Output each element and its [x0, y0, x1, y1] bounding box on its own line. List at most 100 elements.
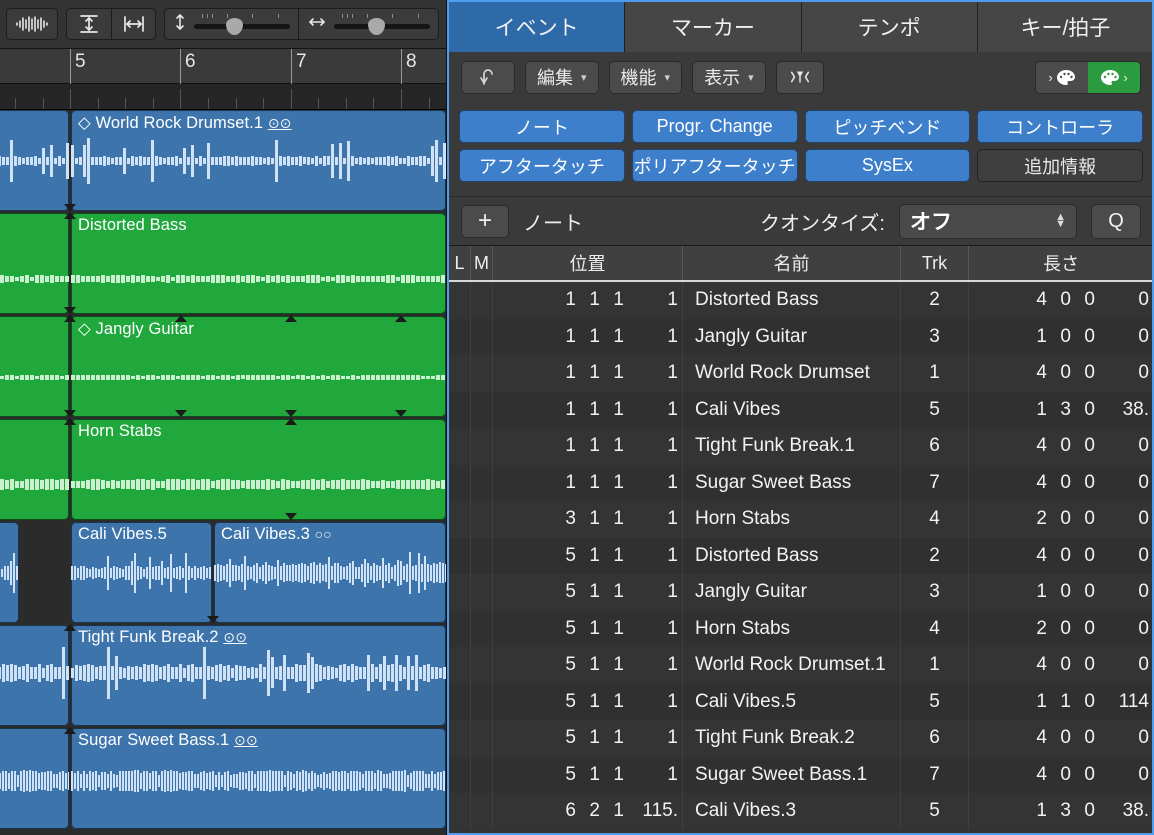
- position-field-0[interactable]: 5: [546, 764, 576, 786]
- position-field-3[interactable]: 1: [624, 581, 678, 603]
- length-field-2[interactable]: 0: [1071, 362, 1095, 384]
- cell-lock[interactable]: [449, 538, 471, 575]
- horizontal-zoom-track[interactable]: [334, 13, 430, 35]
- position-field-1[interactable]: 1: [576, 581, 600, 603]
- cell-position[interactable]: 5111: [493, 757, 683, 794]
- cell-track[interactable]: 3: [901, 574, 969, 611]
- length-field-2[interactable]: 0: [1071, 618, 1095, 640]
- region-clip[interactable]: [0, 522, 19, 623]
- tab-0[interactable]: イベント: [449, 2, 625, 52]
- length-field-3[interactable]: 114: [1095, 691, 1149, 713]
- menu-edit[interactable]: 編集 ▾: [525, 61, 599, 94]
- length-field-2[interactable]: 0: [1071, 472, 1095, 494]
- cell-length[interactable]: 4000: [969, 647, 1153, 684]
- cell-name[interactable]: Distorted Bass: [683, 282, 901, 319]
- cell-track[interactable]: 7: [901, 465, 969, 502]
- length-field-2[interactable]: 0: [1071, 399, 1095, 421]
- table-row[interactable]: 5111Cali Vibes.55110114: [449, 684, 1153, 721]
- cell-track[interactable]: 5: [901, 793, 969, 830]
- position-field-2[interactable]: 1: [600, 581, 624, 603]
- length-field-2[interactable]: 0: [1071, 654, 1095, 676]
- cell-length[interactable]: 13038.: [969, 793, 1153, 830]
- cell-lock[interactable]: [449, 392, 471, 429]
- cell-track[interactable]: 4: [901, 501, 969, 538]
- length-field-0[interactable]: 4: [1017, 654, 1047, 676]
- length-field-3[interactable]: 0: [1095, 764, 1149, 786]
- position-field-2[interactable]: 1: [600, 326, 624, 348]
- cell-position[interactable]: 1111: [493, 392, 683, 429]
- cell-position[interactable]: 1111: [493, 319, 683, 356]
- filter-button-5[interactable]: ポリアフタータッチ: [632, 149, 798, 182]
- cell-name[interactable]: Cali Vibes: [683, 392, 901, 429]
- length-field-1[interactable]: 0: [1047, 727, 1071, 749]
- table-row[interactable]: 5111Sugar Sweet Bass.174000: [449, 757, 1153, 794]
- cell-length[interactable]: 2000: [969, 611, 1153, 648]
- track-row[interactable]: Tight Funk Break.2 ⊙⊙: [0, 625, 446, 726]
- region-clip[interactable]: [0, 213, 69, 314]
- region-clip[interactable]: [0, 419, 69, 520]
- table-row[interactable]: 621115.Cali Vibes.3513038.: [449, 793, 1153, 830]
- position-field-3[interactable]: 1: [624, 727, 678, 749]
- funnel-filter-icon[interactable]: [776, 61, 824, 94]
- length-field-3[interactable]: 0: [1095, 581, 1149, 603]
- position-field-2[interactable]: 1: [600, 289, 624, 311]
- cell-lock[interactable]: [449, 574, 471, 611]
- position-field-2[interactable]: 1: [600, 618, 624, 640]
- cell-lock[interactable]: [449, 319, 471, 356]
- event-table-header[interactable]: L M 位置 名前 Trk 長さ: [449, 246, 1153, 282]
- table-row[interactable]: 1111Tight Funk Break.164000: [449, 428, 1153, 465]
- track-row[interactable]: Sugar Sweet Bass.1 ⊙⊙: [0, 728, 446, 829]
- cell-length[interactable]: 4000: [969, 428, 1153, 465]
- position-field-2[interactable]: 1: [600, 362, 624, 384]
- position-field-1[interactable]: 1: [576, 618, 600, 640]
- fit-vertical-icon[interactable]: [67, 9, 111, 39]
- length-field-3[interactable]: 0: [1095, 472, 1149, 494]
- cell-position[interactable]: 1111: [493, 428, 683, 465]
- position-field-1[interactable]: 1: [576, 362, 600, 384]
- cell-lock[interactable]: [449, 501, 471, 538]
- cell-length[interactable]: 4000: [969, 538, 1153, 575]
- length-field-2[interactable]: 0: [1071, 326, 1095, 348]
- cell-length[interactable]: 2000: [969, 501, 1153, 538]
- cell-name[interactable]: Sugar Sweet Bass: [683, 465, 901, 502]
- cell-lock[interactable]: [449, 647, 471, 684]
- cell-length[interactable]: 1000: [969, 574, 1153, 611]
- cell-track[interactable]: 5: [901, 392, 969, 429]
- length-field-3[interactable]: 0: [1095, 326, 1149, 348]
- position-field-2[interactable]: 1: [600, 727, 624, 749]
- length-field-0[interactable]: 4: [1017, 362, 1047, 384]
- position-field-1[interactable]: 1: [576, 654, 600, 676]
- length-field-3[interactable]: 0: [1095, 654, 1149, 676]
- menu-functions[interactable]: 機能 ▾: [609, 61, 683, 94]
- position-field-1[interactable]: 1: [576, 472, 600, 494]
- position-field-0[interactable]: 5: [546, 581, 576, 603]
- region-clip[interactable]: [0, 316, 69, 417]
- length-field-0[interactable]: 1: [1017, 581, 1047, 603]
- length-field-1[interactable]: 0: [1047, 764, 1071, 786]
- palette-toggle-group[interactable]: › ›: [1035, 61, 1141, 94]
- position-field-0[interactable]: 1: [546, 472, 576, 494]
- position-field-0[interactable]: 5: [546, 654, 576, 676]
- cell-mute[interactable]: [471, 793, 493, 830]
- length-field-1[interactable]: 0: [1047, 472, 1071, 494]
- cell-lock[interactable]: [449, 757, 471, 794]
- length-field-1[interactable]: 1: [1047, 691, 1071, 713]
- event-table-body[interactable]: 1111Distorted Bass240001111Jangly Guitar…: [449, 282, 1153, 833]
- waveform-button-group[interactable]: [6, 8, 58, 40]
- cell-length[interactable]: 4000: [969, 720, 1153, 757]
- position-field-3[interactable]: 1: [624, 289, 678, 311]
- cell-lock[interactable]: [449, 720, 471, 757]
- cell-mute[interactable]: [471, 757, 493, 794]
- length-field-2[interactable]: 0: [1071, 508, 1095, 530]
- event-list-tabs[interactable]: イベントマーカーテンポキー/拍子: [449, 2, 1153, 52]
- position-field-1[interactable]: 1: [576, 764, 600, 786]
- length-field-3[interactable]: 38.: [1095, 399, 1149, 421]
- cell-length[interactable]: 4000: [969, 355, 1153, 392]
- cell-mute[interactable]: [471, 282, 493, 319]
- position-field-3[interactable]: 1: [624, 618, 678, 640]
- zoom-slider-group[interactable]: [164, 8, 439, 40]
- cell-position[interactable]: 1111: [493, 355, 683, 392]
- cell-track[interactable]: 1: [901, 647, 969, 684]
- cell-name[interactable]: World Rock Drumset.1: [683, 647, 901, 684]
- table-row[interactable]: 5111World Rock Drumset.114000: [449, 647, 1153, 684]
